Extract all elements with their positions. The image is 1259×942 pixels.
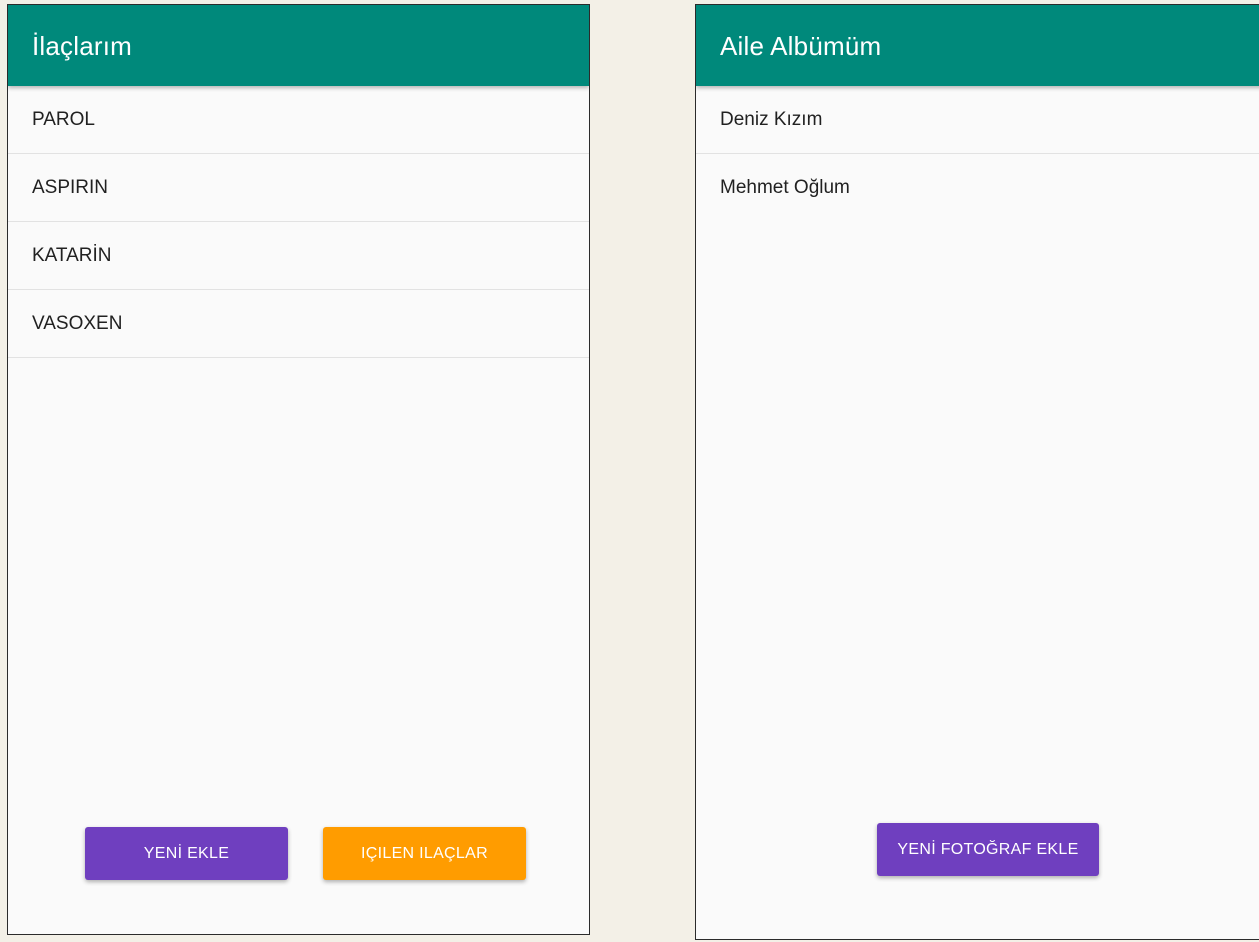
medication-list: PAROL ASPIRIN KATARİN VASOXEN xyxy=(8,86,589,358)
app-bar: İlaçlarım xyxy=(8,5,589,86)
list-item-label: ASPIRIN xyxy=(32,177,109,198)
list-item[interactable]: PAROL xyxy=(8,86,589,154)
list-item-label: KATARİN xyxy=(32,245,112,266)
list-item[interactable]: ASPIRIN xyxy=(8,154,589,222)
list-item-label: Mehmet Oğlum xyxy=(720,177,850,198)
add-new-button[interactable]: YENİ EKLE xyxy=(85,827,288,880)
list-item-label: PAROL xyxy=(32,109,96,130)
taken-medications-button[interactable]: IÇILEN ILAÇLAR xyxy=(323,827,526,880)
add-photo-button[interactable]: YENİ FOTOĞRAF EKLE xyxy=(877,823,1099,876)
list-item[interactable]: VASOXEN xyxy=(8,290,589,358)
page-title: İlaçlarım xyxy=(32,31,133,61)
list-item[interactable]: Mehmet Oğlum xyxy=(696,154,1259,222)
list-item-label: VASOXEN xyxy=(32,313,123,334)
family-album-screen: Aile Albümüm Deniz Kızım Mehmet Oğlum YE… xyxy=(695,4,1259,940)
album-list: Deniz Kızım Mehmet Oğlum xyxy=(696,86,1259,222)
list-item[interactable]: KATARİN xyxy=(8,222,589,290)
medications-screen: İlaçlarım PAROL ASPIRIN KATARİN VASOXEN … xyxy=(7,4,590,935)
page-title: Aile Albümüm xyxy=(720,31,882,61)
list-item[interactable]: Deniz Kızım xyxy=(696,86,1259,154)
list-item-label: Deniz Kızım xyxy=(720,109,823,130)
app-bar: Aile Albümüm xyxy=(696,5,1259,86)
